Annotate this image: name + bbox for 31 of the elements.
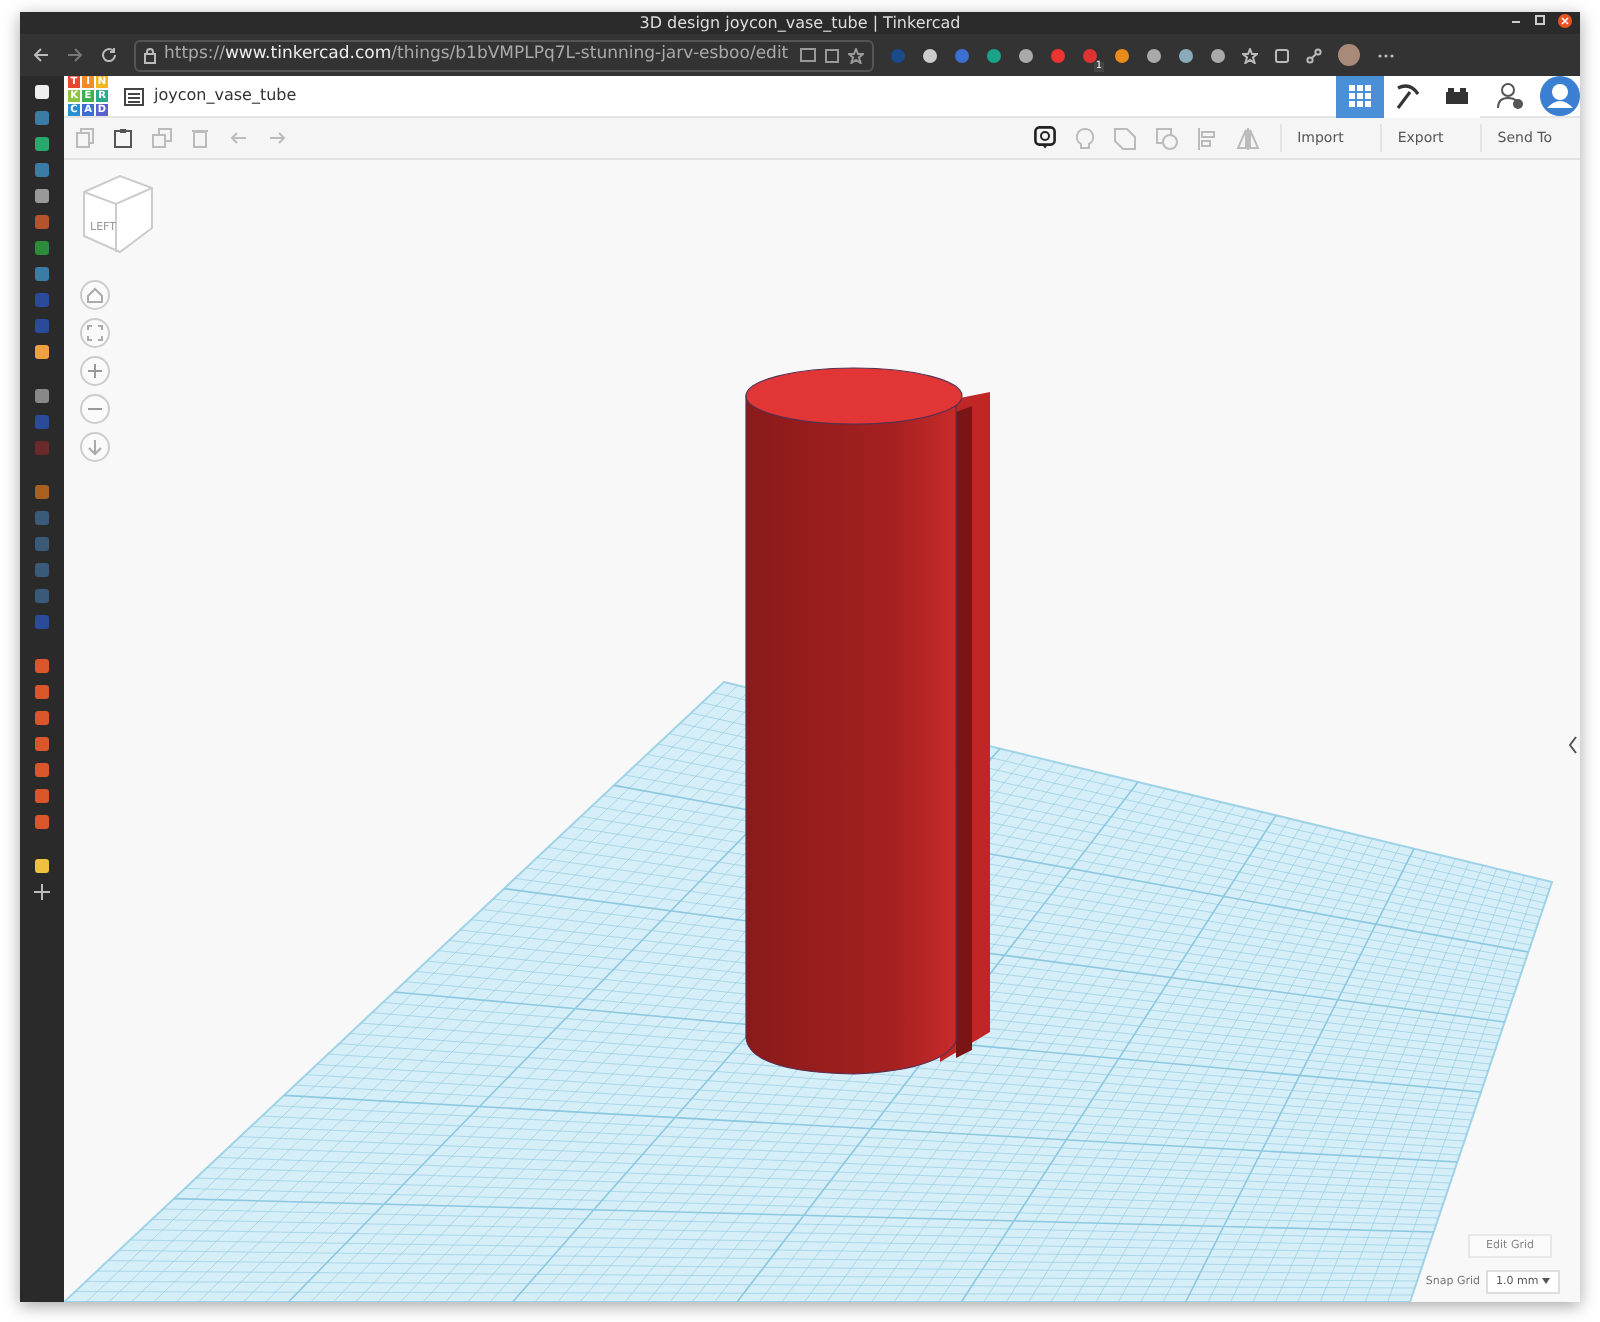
forward-icon[interactable] — [66, 46, 84, 64]
design-name[interactable]: joycon_vase_tube — [154, 84, 297, 108]
zoom-in-icon[interactable] — [86, 362, 104, 380]
address-bar[interactable]: https://www.tinkercad.com/things/b1bVMPLPq7L-stunning-jarv-esboo/edit — [134, 39, 874, 71]
bricks-icon — [1443, 86, 1469, 106]
collapse-chevron-icon[interactable] — [1568, 736, 1578, 755]
tab-icon[interactable] — [34, 858, 50, 874]
share-icon[interactable] — [1306, 47, 1322, 63]
view-tab[interactable] — [1336, 75, 1384, 117]
profile-avatar-icon[interactable] — [1338, 44, 1360, 66]
more-icon[interactable] — [1376, 51, 1396, 59]
favorites-icon[interactable] — [1242, 47, 1258, 63]
caret-icon — [1542, 1277, 1550, 1284]
vase-drawing[interactable] — [745, 367, 990, 1075]
maximize-icon[interactable] — [1534, 14, 1546, 26]
pickaxe-icon — [1394, 82, 1422, 110]
back-icon[interactable] — [32, 46, 50, 64]
favorite-icon[interactable] — [848, 47, 864, 63]
lock-icon — [144, 47, 156, 63]
add-user-icon[interactable] — [1496, 82, 1524, 110]
home-icon[interactable] — [86, 286, 104, 304]
fit-view-icon[interactable] — [86, 324, 104, 342]
add-icon[interactable] — [34, 884, 50, 900]
user-avatar-icon[interactable] — [1540, 76, 1580, 116]
close-icon[interactable] — [1558, 14, 1572, 28]
list-icon[interactable] — [124, 87, 144, 105]
notes-icon[interactable] — [1033, 126, 1056, 150]
window-title: 3D design joycon_vase_tube | Tinkercad — [639, 11, 961, 35]
paste-icon[interactable] — [114, 128, 132, 148]
reload-icon[interactable] — [100, 46, 118, 64]
grid-icon — [1348, 84, 1372, 108]
